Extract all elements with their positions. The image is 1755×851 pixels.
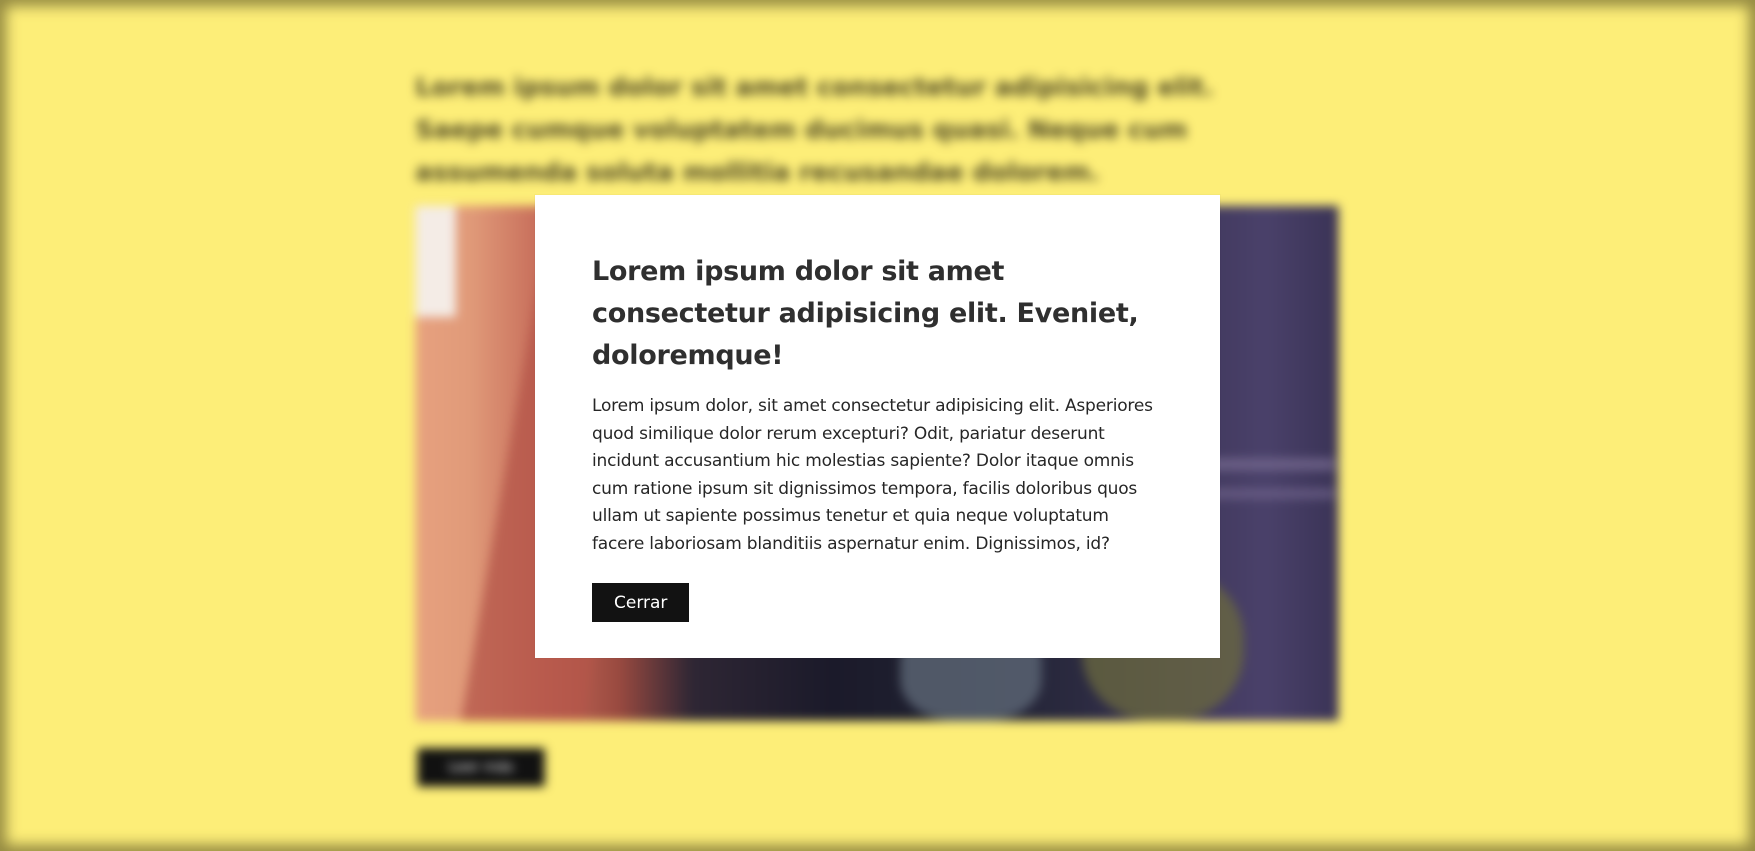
close-button[interactable]: Cerrar: [592, 583, 690, 622]
modal-dialog: Lorem ipsum dolor sit amet consectetur a…: [535, 195, 1220, 658]
image-detail: [1203, 458, 1335, 471]
open-modal-button: Leer más: [417, 748, 545, 787]
modal-body-text: Lorem ipsum dolor, sit amet consectetur …: [592, 396, 1153, 554]
image-detail: [415, 205, 456, 317]
background-intro-text: Lorem ipsum dolor sit amet consectetur a…: [415, 72, 1214, 187]
modal-title: Lorem ipsum dolor sit amet consectetur a…: [592, 256, 1139, 371]
image-detail: [1203, 488, 1335, 499]
